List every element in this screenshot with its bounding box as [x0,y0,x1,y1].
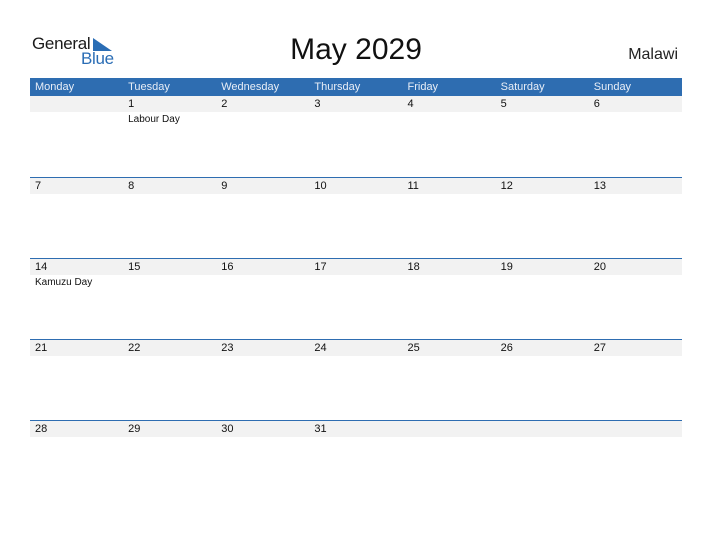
day-number: 28 [35,423,48,435]
event-row: Kamuzu Day [30,275,682,288]
holiday-label [403,356,496,358]
day-number-row: 21 22 23 24 25 26 27 [30,340,682,356]
day-number: 1 [128,98,135,110]
holiday-label [496,437,589,439]
weekday-friday: Friday [407,81,439,93]
holiday-label [589,112,682,125]
day-number: 9 [221,180,228,192]
day-number: 3 [314,98,321,110]
weekday-saturday: Saturday [500,81,545,93]
day-number: 4 [407,98,414,110]
event-row [30,356,682,358]
day-number [589,421,682,437]
day-number: 2 [221,98,228,110]
event-row [30,194,682,196]
holiday-label [496,275,589,288]
week-row: 14 15 16 17 18 19 20 Kamuzu Day [30,258,682,339]
day-number: 5 [500,98,507,110]
holiday-label [496,356,589,358]
day-number: 31 [314,423,327,435]
day-number: 6 [593,98,600,110]
holiday-label [496,112,589,125]
holiday-label [30,194,123,196]
country-label: Malawi [628,46,678,63]
holiday-label [309,112,402,125]
day-number: 10 [314,180,327,192]
day-number: 8 [128,180,135,192]
holiday-label [403,194,496,196]
day-number [403,421,496,437]
holiday-label [123,437,216,439]
day-number: 29 [128,423,141,435]
week-row: 1 2 3 4 5 6 Labour Day [30,96,682,177]
day-number: 19 [500,261,513,273]
day-number: 18 [407,261,420,273]
holiday-label [589,356,682,358]
holiday-label [30,437,123,439]
holiday-label [123,356,216,358]
weekday-monday: Monday [35,81,75,93]
holiday-label [216,112,309,125]
weekday-header: Monday Tuesday Wednesday Thursday Friday Satu… [30,78,682,96]
day-number: 20 [593,261,606,273]
holiday-label [403,437,496,439]
weekday-sunday: Sunday [593,81,632,93]
day-number: 7 [35,180,42,192]
day-number: 26 [500,342,513,354]
holiday-label [216,194,309,196]
day-number-row: 28 29 30 31 [30,421,682,437]
holiday-label [309,275,402,288]
day-number [496,421,589,437]
page-title: May 2029 [290,33,422,66]
holiday-label [403,112,496,125]
day-number-row: 1 2 3 4 5 6 [30,96,682,112]
day-number-row: 7 8 9 10 11 12 13 [30,178,682,194]
holiday-label [216,437,309,439]
holiday-label [496,194,589,196]
holiday-label [589,194,682,196]
weekday-tuesday: Tuesday [128,81,170,93]
weekday-wednesday: Wednesday [221,81,280,93]
week-row: 28 29 30 31 [30,420,682,501]
event-row [30,437,682,439]
holiday-label: Labour Day [128,114,180,125]
holiday-label [403,275,496,288]
week-row: 7 8 9 10 11 12 13 [30,177,682,258]
day-number-row: 14 15 16 17 18 19 20 [30,259,682,275]
day-number [30,96,123,112]
calendar-grid: Monday Tuesday Wednesday Thursday Friday Satu… [30,78,682,501]
holiday-label [309,437,402,439]
day-number: 15 [128,261,141,273]
day-number: 25 [407,342,420,354]
holiday-label [123,275,216,288]
day-number: 14 [35,261,48,273]
holiday-label [589,275,682,288]
day-number: 30 [221,423,234,435]
holiday-label [309,194,402,196]
day-number: 27 [593,342,606,354]
day-number: 24 [314,342,327,354]
holiday-label [30,112,123,125]
weekday-thursday: Thursday [314,81,361,93]
day-number: 17 [314,261,327,273]
day-number: 21 [35,342,48,354]
event-row: Labour Day [30,112,682,125]
holiday-label [589,437,682,439]
holiday-label [30,356,123,358]
week-row: 21 22 23 24 25 26 27 [30,339,682,420]
holiday-label [309,356,402,358]
day-number: 22 [128,342,141,354]
holiday-label [123,194,216,196]
day-number: 11 [407,180,419,192]
day-number: 16 [221,261,234,273]
holiday-label: Kamuzu Day [35,277,93,288]
day-number: 13 [593,180,606,192]
holiday-label [216,275,309,288]
day-number: 12 [500,180,513,192]
day-number: 23 [221,342,234,354]
holiday-label [216,356,309,358]
